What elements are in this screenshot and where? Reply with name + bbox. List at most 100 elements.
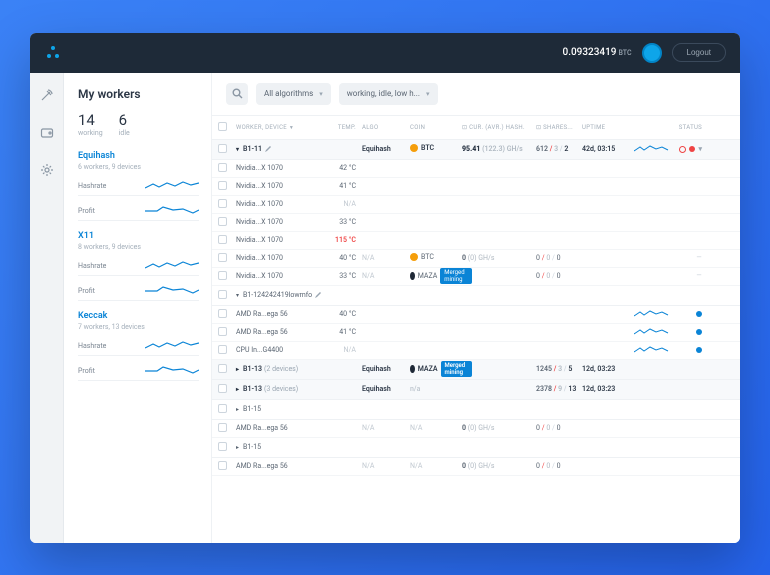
app-window: 0.09323419BTC Logout My workers 14: [30, 33, 740, 543]
shares: 612 / 3 / 2: [536, 145, 568, 153]
row-checkbox[interactable]: [218, 235, 227, 244]
device-row[interactable]: Nvidia...X 1070 115 °C: [212, 232, 740, 250]
metric-row: Hashrate: [78, 259, 199, 276]
group-label: ▸ B1-13 (3 devices): [236, 385, 326, 393]
row-checkbox[interactable]: [218, 364, 227, 373]
row-checkbox[interactable]: [218, 271, 227, 280]
worker-group-row[interactable]: ▸ B1-13 (2 devices) Equihash MAZA Merged…: [212, 360, 740, 380]
algo-title[interactable]: Keccak: [78, 311, 199, 321]
algo-title[interactable]: Equihash: [78, 151, 199, 161]
gear-icon[interactable]: [40, 162, 54, 181]
filter-algorithm[interactable]: All algorithms ▾: [256, 83, 331, 105]
row-checkbox[interactable]: [218, 217, 227, 226]
device-temp: N/A: [326, 346, 362, 354]
balance-unit: BTC: [618, 49, 631, 57]
col-algo[interactable]: ALGO: [362, 124, 410, 131]
worker-group-row[interactable]: ▾ B1-124242419lowmfo: [212, 286, 740, 306]
sidebar: My workers 14 working 6 idle Equihash 6 …: [64, 73, 212, 543]
device-temp: 33 °C: [326, 272, 362, 280]
shares: 0 / 0 / 0: [536, 254, 561, 262]
chevron-down-icon[interactable]: ▾: [698, 145, 702, 153]
chevron-down-icon: ▾: [319, 90, 323, 98]
row-checkbox[interactable]: [218, 442, 227, 451]
device-row[interactable]: Nvidia...X 1070 33 °C: [212, 214, 740, 232]
device-row[interactable]: Nvidia...X 1070 40 °C N/A BTC 0 (0) GH/s…: [212, 250, 740, 268]
row-checkbox[interactable]: [218, 199, 227, 208]
row-checkbox[interactable]: [218, 384, 227, 393]
device-row[interactable]: AMD Ra...ega 56 41 °C: [212, 324, 740, 342]
coin-badge: BTC: [410, 144, 434, 152]
device-row[interactable]: Nvidia...X 1070 N/A: [212, 196, 740, 214]
metric-row: Profit: [78, 204, 199, 221]
col-worker[interactable]: WORKER, DEVICE ▼: [236, 124, 326, 131]
row-checkbox[interactable]: [218, 181, 227, 190]
col-coin[interactable]: COIN: [410, 124, 462, 131]
col-temp[interactable]: TEMP.: [326, 124, 362, 131]
shares: 2378 / 9 / 13: [536, 385, 576, 393]
row-checkbox[interactable]: [218, 423, 227, 432]
row-checkbox[interactable]: [218, 144, 227, 153]
balance-value: 0.09323419: [563, 47, 617, 58]
caret-icon: ▸: [236, 444, 239, 451]
device-row[interactable]: CPU In...G4400 N/A: [212, 342, 740, 360]
logo[interactable]: [44, 44, 62, 62]
avatar[interactable]: [642, 43, 662, 63]
col-shares[interactable]: ⊡ SHARES...: [536, 124, 582, 131]
device-name: CPU In...G4400: [236, 346, 326, 354]
filter-status[interactable]: working, idle, low h... ▾: [339, 83, 438, 105]
pickaxe-icon[interactable]: [39, 87, 55, 107]
device-row[interactable]: AMD Ra...ega 56 N/A N/A 0 (0) GH/s 0 / 0…: [212, 458, 740, 476]
row-checkbox[interactable]: [218, 404, 227, 413]
sparkline: [145, 364, 199, 378]
metric-label: Profit: [78, 287, 95, 295]
col-uptime[interactable]: UPTIME: [582, 124, 634, 131]
device-temp: 40 °C: [326, 254, 362, 262]
logout-button[interactable]: Logout: [672, 43, 726, 62]
shares: 0 / 0 / 0: [536, 462, 561, 470]
row-checkbox[interactable]: [218, 253, 227, 262]
page-title: My workers: [78, 87, 199, 101]
row-checkbox[interactable]: [218, 327, 227, 336]
device-row[interactable]: Nvidia...X 1070 33 °C N/A MAZA Merged mi…: [212, 268, 740, 286]
search-button[interactable]: [226, 83, 248, 105]
wallet-icon[interactable]: [40, 125, 54, 144]
row-checkbox[interactable]: [218, 345, 227, 354]
coin-icon: [410, 365, 415, 373]
device-name: Nvidia...X 1070: [236, 236, 326, 244]
shares: 0 / 0 / 0: [536, 424, 561, 432]
row-checkbox[interactable]: [218, 290, 227, 299]
worker-group-row[interactable]: ▸ B1-15: [212, 400, 740, 420]
status-indicator: [696, 329, 702, 335]
shares: 1245 / 3 / 5: [536, 365, 572, 373]
status-indicator: [679, 146, 686, 153]
edit-icon[interactable]: [264, 145, 272, 153]
worker-group-row[interactable]: ▾ B1-11 Equihash BTC 95.41 (122.3) GH/s …: [212, 140, 740, 160]
device-row[interactable]: AMD Ra...ega 56 40 °C: [212, 306, 740, 324]
metric-label: Hashrate: [78, 342, 106, 350]
row-checkbox[interactable]: [218, 309, 227, 318]
chevron-down-icon: ▾: [426, 90, 430, 98]
stat-idle: 6 idle: [119, 111, 130, 137]
col-status[interactable]: STATUS: [674, 124, 702, 131]
row-checkbox[interactable]: [218, 163, 227, 172]
device-name: Nvidia...X 1070: [236, 218, 326, 226]
device-name: AMD Ra...ega 56: [236, 328, 326, 336]
worker-group-row[interactable]: ▸ B1-15: [212, 438, 740, 458]
algo-title[interactable]: X11: [78, 231, 199, 241]
select-all-checkbox[interactable]: [218, 122, 227, 131]
status-indicator: [696, 311, 702, 317]
metric-label: Hashrate: [78, 182, 106, 190]
device-row[interactable]: Nvidia...X 1070 42 °C: [212, 160, 740, 178]
device-row[interactable]: Nvidia...X 1070 41 °C: [212, 178, 740, 196]
col-hash[interactable]: ⊡ CUR. (AVR.) HASH.: [462, 124, 536, 131]
coin-icon: [410, 272, 415, 280]
worker-group-row[interactable]: ▸ B1-13 (3 devices) Equihash n/a 2378 / …: [212, 380, 740, 400]
algo-sub: 7 workers, 13 devices: [78, 323, 199, 331]
row-checkbox[interactable]: [218, 461, 227, 470]
device-temp: 40 °C: [326, 310, 362, 318]
coin-icon: [410, 253, 418, 261]
topbar: 0.09323419BTC Logout: [30, 33, 740, 73]
device-row[interactable]: AMD Ra...ega 56 N/A N/A 0 (0) GH/s 0 / 0…: [212, 420, 740, 438]
workers-table: WORKER, DEVICE ▼ TEMP. ALGO COIN ⊡ CUR. …: [212, 116, 740, 543]
edit-icon[interactable]: [314, 291, 322, 299]
